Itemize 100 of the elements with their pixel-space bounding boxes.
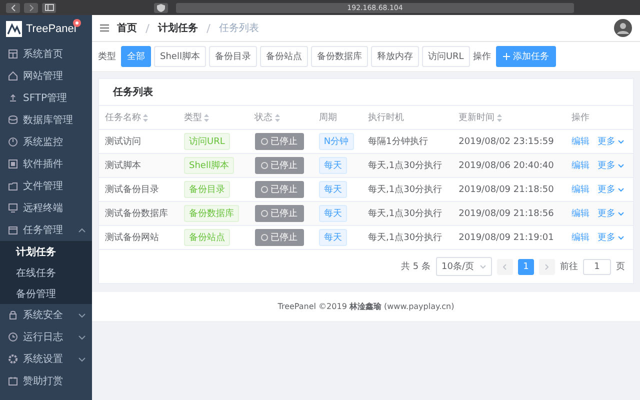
- filter-button[interactable]: Shell脚本: [154, 46, 206, 67]
- table-cell: 每天,1点30分执行: [362, 154, 453, 178]
- filter-button[interactable]: 访问URL: [422, 46, 470, 67]
- column-header[interactable]: 状态: [248, 106, 313, 130]
- type-tag: Shell脚本: [184, 157, 234, 174]
- grid-icon: [8, 49, 18, 59]
- sidebar-item[interactable]: 数据库管理: [0, 109, 92, 131]
- stop-circle-icon: [260, 162, 268, 169]
- card-title: 任务列表: [99, 79, 633, 106]
- filter-button[interactable]: 备份数据库: [310, 46, 368, 67]
- filter-button[interactable]: 释放内存: [370, 46, 419, 67]
- sidebar-item[interactable]: 网站管理: [0, 65, 92, 87]
- sidebar-subitem[interactable]: 在线任务: [0, 262, 92, 283]
- table-cell: 2019/08/09 21:19:01: [452, 226, 566, 250]
- sidebar-item[interactable]: 任务管理: [0, 219, 92, 241]
- calendar-icon: [8, 225, 18, 235]
- table-cell: 测试备份数据库: [99, 202, 178, 226]
- goto-page-field[interactable]: 1: [583, 258, 611, 274]
- sidebar-item[interactable]: 运行日志: [0, 326, 92, 348]
- column-header: 操作: [566, 106, 633, 130]
- page-size-select[interactable]: 10条/页: [436, 257, 492, 276]
- chevron-right-icon: [545, 264, 549, 270]
- cycle-tag: N分钟: [318, 133, 354, 150]
- upload-icon: [8, 93, 18, 103]
- table-cell: 每天,1点30分执行: [362, 226, 453, 250]
- chevron-down-icon: [618, 164, 624, 168]
- table-cell: 每天,1点30分执行: [362, 202, 453, 226]
- sidebar-item[interactable]: 系统监控: [0, 131, 92, 153]
- column-header[interactable]: 更新时间: [452, 106, 566, 130]
- gauge-icon: [8, 137, 18, 147]
- actions-label: 操作: [472, 50, 491, 63]
- sidebar-icon: [44, 4, 54, 11]
- sidebar-item[interactable]: 软件插件: [0, 153, 92, 175]
- sidebar-item[interactable]: 系统首页: [0, 43, 92, 65]
- stop-circle-icon: [260, 234, 268, 241]
- stop-circle-icon: [260, 186, 268, 193]
- sort-icon: [274, 114, 280, 122]
- table-cell: 测试脚本: [99, 154, 178, 178]
- clipboard-icon: [8, 376, 18, 386]
- column-header: 执行时机: [362, 106, 453, 130]
- sidebar-toggle-button[interactable]: [42, 2, 56, 12]
- sort-icon: [143, 114, 148, 122]
- footer-text: TreePanel ©2019 林淦鑫瑜 (www.payplay.cn): [92, 292, 640, 321]
- monitor-icon: [8, 203, 18, 213]
- sort-icon: [496, 114, 502, 122]
- filter-label: 类型: [98, 50, 116, 63]
- page-suffix: 页: [616, 261, 625, 273]
- cycle-tag: 每天: [318, 229, 347, 246]
- brand-name: TreePanel: [26, 23, 76, 35]
- sidebar-item[interactable]: 系统设置: [0, 348, 92, 370]
- avatar-icon[interactable]: [614, 19, 632, 37]
- column-header[interactable]: 类型: [178, 106, 249, 130]
- sidebar-item[interactable]: SFTP管理: [0, 87, 92, 109]
- column-header: 周期: [312, 106, 362, 130]
- chevron-down-icon: [618, 212, 624, 216]
- type-tag: 备份目录: [184, 181, 230, 198]
- forward-icon: [28, 4, 34, 12]
- sidebar-item[interactable]: 文件管理: [0, 175, 92, 197]
- slash-separator-icon: [145, 24, 150, 32]
- sidebar-item[interactable]: 远程终端: [0, 197, 92, 219]
- goto-label: 前往: [560, 260, 578, 273]
- table-cell: 2019/08/06 20:40:40: [452, 154, 566, 178]
- breadcrumb-item[interactable]: 首页: [117, 21, 137, 35]
- clock-icon: [8, 332, 18, 342]
- house-icon: [8, 71, 18, 81]
- filter-button[interactable]: 备份目录: [208, 46, 257, 67]
- shield-icon: [157, 4, 165, 12]
- cycle-tag: 每天: [318, 157, 347, 174]
- slash-separator-icon: [206, 24, 211, 32]
- table-cell: 测试备份网站: [99, 226, 178, 250]
- sidebar-subitem[interactable]: 计划任务: [0, 241, 92, 262]
- sidebar-item[interactable]: 系统安全: [0, 304, 92, 326]
- menu-icon[interactable]: [100, 24, 109, 32]
- folder-icon: [8, 181, 18, 191]
- back-icon: [10, 4, 16, 12]
- plus-icon: [502, 53, 510, 60]
- table-cell: 2019/08/09 21:18:56: [452, 202, 566, 226]
- type-tag: 备份站点: [184, 229, 230, 246]
- sidebar-subitem[interactable]: 备份管理: [0, 283, 92, 304]
- chevron-down-icon: [618, 236, 624, 240]
- forward-button[interactable]: [24, 2, 38, 12]
- total-count: 共 5 条: [401, 260, 431, 273]
- back-button[interactable]: [6, 2, 20, 12]
- breadcrumb-item: 任务列表: [219, 22, 259, 35]
- sidebar-item[interactable]: 赞助打赏: [0, 370, 92, 392]
- box-icon: [8, 159, 18, 169]
- chevron-down-icon: [618, 188, 624, 192]
- stop-circle-icon: [260, 138, 268, 145]
- shield-button[interactable]: [154, 2, 168, 12]
- cycle-tag: 每天: [318, 205, 347, 222]
- stop-circle-icon: [260, 210, 268, 217]
- type-tag: 备份数据库: [184, 205, 239, 222]
- chevron-down-icon: [618, 140, 624, 144]
- chevron-down-icon: [480, 264, 486, 268]
- cycle-tag: 每天: [318, 181, 347, 198]
- gear-icon: [8, 354, 18, 364]
- breadcrumb-item[interactable]: 计划任务: [158, 21, 198, 35]
- mountain-logo-icon: [6, 21, 22, 37]
- lock-icon: [8, 310, 18, 320]
- filter-button[interactable]: 备份站点: [260, 46, 308, 67]
